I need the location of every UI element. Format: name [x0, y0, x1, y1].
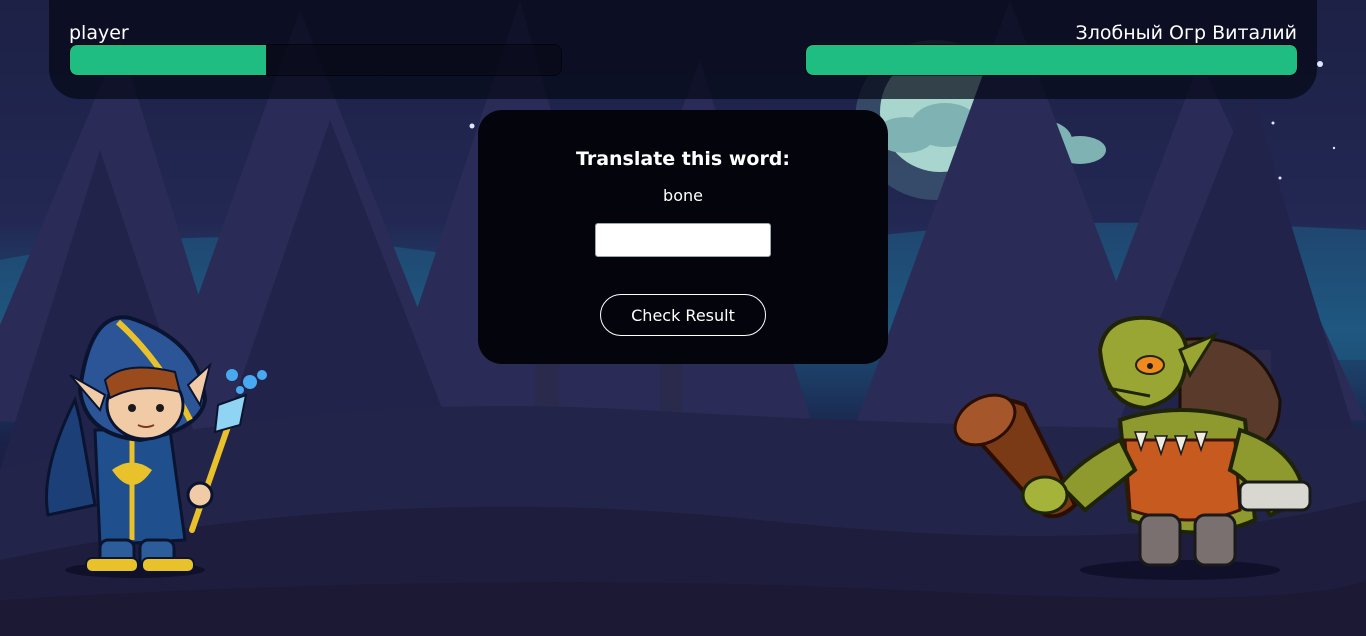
player-health-bar	[69, 44, 562, 76]
quiz-title: Translate this word:	[575, 148, 791, 170]
quiz-word: bone	[663, 186, 703, 205]
enemy-health-bar	[805, 44, 1298, 76]
answer-input[interactable]	[595, 223, 771, 257]
translation-quiz-panel: Translate this word: bone Check Result	[478, 110, 888, 364]
enemy-name-label: Злобный Огр Виталий	[1075, 22, 1297, 44]
enemy-health-fill	[806, 45, 1297, 75]
player-health-fill	[70, 45, 267, 75]
health-hud: player Злобный Огр Виталий	[49, 0, 1317, 99]
player-name-label: player	[69, 22, 129, 44]
game-stage: player Злобный Огр Виталий Translate thi…	[0, 0, 1366, 636]
check-result-button[interactable]: Check Result	[600, 294, 766, 336]
